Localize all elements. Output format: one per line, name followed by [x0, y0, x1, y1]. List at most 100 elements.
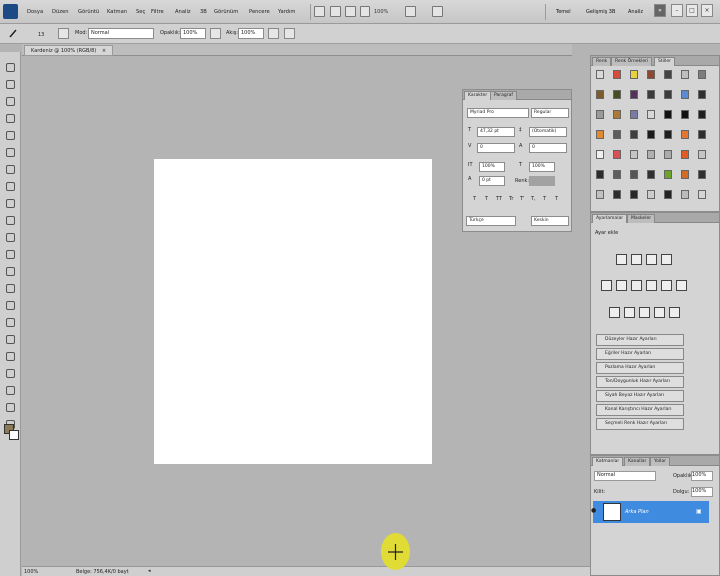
font-family-dropdown[interactable]: Myriad Pro — [467, 108, 529, 118]
color-balance-icon[interactable] — [631, 280, 642, 291]
menu-item[interactable]: Düzen — [52, 9, 69, 15]
style-swatch[interactable] — [596, 70, 604, 79]
leading-field[interactable]: (Otomatik) — [529, 127, 567, 137]
eyedropper-tool-icon[interactable] — [4, 147, 17, 159]
blur-tool-icon[interactable] — [4, 266, 17, 278]
style-swatch[interactable] — [681, 190, 689, 199]
style-swatch[interactable] — [630, 170, 638, 179]
style-swatch[interactable] — [596, 110, 604, 119]
preset-hue-saturation[interactable]: Ton/Doygunluk Hazır Ayarları — [596, 376, 684, 388]
antialias-dropdown[interactable]: Keskin — [531, 216, 569, 226]
tab-paths[interactable]: Yollar — [650, 457, 671, 466]
faux-italic-button[interactable]: T — [485, 196, 488, 202]
layer-name[interactable]: Arka Plan — [625, 509, 649, 515]
workspace-analysis[interactable]: Analiz — [628, 9, 643, 15]
history-brush-tool-icon[interactable] — [4, 215, 17, 227]
style-swatch[interactable] — [630, 130, 638, 139]
hand-tool-icon[interactable] — [4, 402, 17, 414]
brush-preset-icon[interactable] — [8, 28, 19, 39]
style-swatch[interactable] — [664, 70, 672, 79]
gradient-map-icon[interactable] — [654, 307, 665, 318]
style-swatch[interactable] — [698, 90, 706, 99]
vibrance-icon[interactable] — [601, 280, 612, 291]
style-swatch[interactable] — [698, 150, 706, 159]
subscript-button[interactable]: T, — [531, 196, 536, 202]
brush-size[interactable]: 13 — [38, 32, 44, 38]
mode-dropdown[interactable]: Normal — [88, 28, 154, 39]
language-dropdown[interactable]: Türkçe — [466, 216, 516, 226]
fill-field[interactable]: 100% — [691, 487, 713, 497]
tab-paragraph[interactable]: Paragraf — [490, 91, 517, 100]
baseline-field[interactable]: 0 pt — [479, 176, 505, 186]
close-button[interactable]: × — [701, 4, 713, 17]
style-swatch[interactable] — [698, 190, 706, 199]
style-swatch[interactable] — [681, 70, 689, 79]
tab-swatches[interactable]: Renk Örnekleri — [611, 57, 653, 66]
eraser-tool-icon[interactable] — [4, 232, 17, 244]
style-swatch[interactable] — [596, 130, 604, 139]
style-swatch[interactable] — [647, 110, 655, 119]
style-swatch[interactable] — [613, 170, 621, 179]
style-swatch[interactable] — [698, 110, 706, 119]
preset-exposure[interactable]: Pozlama Hazır Ayarları — [596, 362, 684, 374]
marquee-tool-icon[interactable] — [4, 79, 17, 91]
screen-mode-icon[interactable] — [432, 6, 443, 17]
tab-layers[interactable]: Katmanlar — [592, 457, 624, 466]
tab-character[interactable]: Karakter — [464, 91, 492, 100]
menu-item[interactable]: Görüntü — [78, 9, 99, 15]
gradient-tool-icon[interactable] — [4, 249, 17, 261]
tab-color[interactable]: Renk — [592, 57, 612, 66]
menu-item[interactable]: 3B — [200, 9, 207, 15]
tab-adjustments[interactable]: Ayarlamalar — [592, 214, 628, 223]
strikethrough-button[interactable]: T — [555, 196, 558, 202]
style-swatch[interactable] — [613, 90, 621, 99]
type-tool-icon[interactable] — [4, 317, 17, 329]
tab-styles[interactable]: Stiller — [654, 57, 675, 66]
menu-item[interactable]: Katman — [107, 9, 127, 15]
preset-curves[interactable]: Eğriler Hazır Ayarları — [596, 348, 684, 360]
style-swatch[interactable] — [613, 190, 621, 199]
blend-mode-dropdown[interactable]: Normal — [594, 471, 656, 481]
move-tool-icon[interactable] — [4, 62, 17, 74]
close-tab-icon[interactable]: × — [102, 48, 106, 54]
menu-item[interactable]: Yardım — [278, 9, 295, 15]
dodge-tool-icon[interactable] — [4, 283, 17, 295]
style-swatch[interactable] — [647, 130, 655, 139]
style-swatch[interactable] — [613, 70, 621, 79]
superscript-button[interactable]: T' — [520, 196, 524, 202]
minimize-button[interactable]: – — [671, 4, 683, 17]
brush-panel-icon[interactable] — [58, 28, 69, 39]
lasso-tool-icon[interactable] — [4, 96, 17, 108]
document-canvas[interactable] — [154, 159, 432, 464]
menu-item[interactable]: Görünüm — [214, 9, 238, 15]
faux-bold-button[interactable]: T — [473, 196, 476, 202]
style-swatch[interactable] — [681, 130, 689, 139]
minibridge-icon[interactable] — [330, 6, 341, 17]
flow-field[interactable]: 100% — [238, 28, 264, 39]
curves-icon[interactable] — [646, 254, 657, 265]
small-caps-button[interactable]: Tr — [509, 196, 513, 202]
hue-saturation-icon[interactable] — [616, 280, 627, 291]
style-swatch[interactable] — [664, 190, 672, 199]
pressure-size-icon[interactable] — [284, 28, 295, 39]
underline-button[interactable]: T — [543, 196, 546, 202]
style-swatch[interactable] — [630, 110, 638, 119]
tab-masks[interactable]: Maskeler — [627, 214, 656, 223]
workspace-essentials[interactable]: Temel — [556, 9, 571, 15]
style-swatch[interactable] — [630, 190, 638, 199]
hand-icon[interactable] — [345, 6, 356, 17]
crop-tool-icon[interactable] — [4, 130, 17, 142]
style-swatch[interactable] — [664, 90, 672, 99]
style-swatch[interactable] — [630, 90, 638, 99]
style-swatch[interactable] — [681, 90, 689, 99]
layer-row[interactable]: ● Arka Plan ▣ — [591, 501, 709, 523]
arrange-documents-icon[interactable] — [405, 6, 416, 17]
scroll-arrow-icon[interactable]: ◂ — [148, 568, 151, 574]
bridge-icon[interactable] — [314, 6, 325, 17]
menu-item[interactable]: Dosya — [27, 9, 43, 15]
style-swatch[interactable] — [647, 170, 655, 179]
style-swatch[interactable] — [647, 90, 655, 99]
style-swatch[interactable] — [613, 150, 621, 159]
preset-levels[interactable]: Düzeyler Hazır Ayarları — [596, 334, 684, 346]
font-style-dropdown[interactable]: Regular — [531, 108, 569, 118]
